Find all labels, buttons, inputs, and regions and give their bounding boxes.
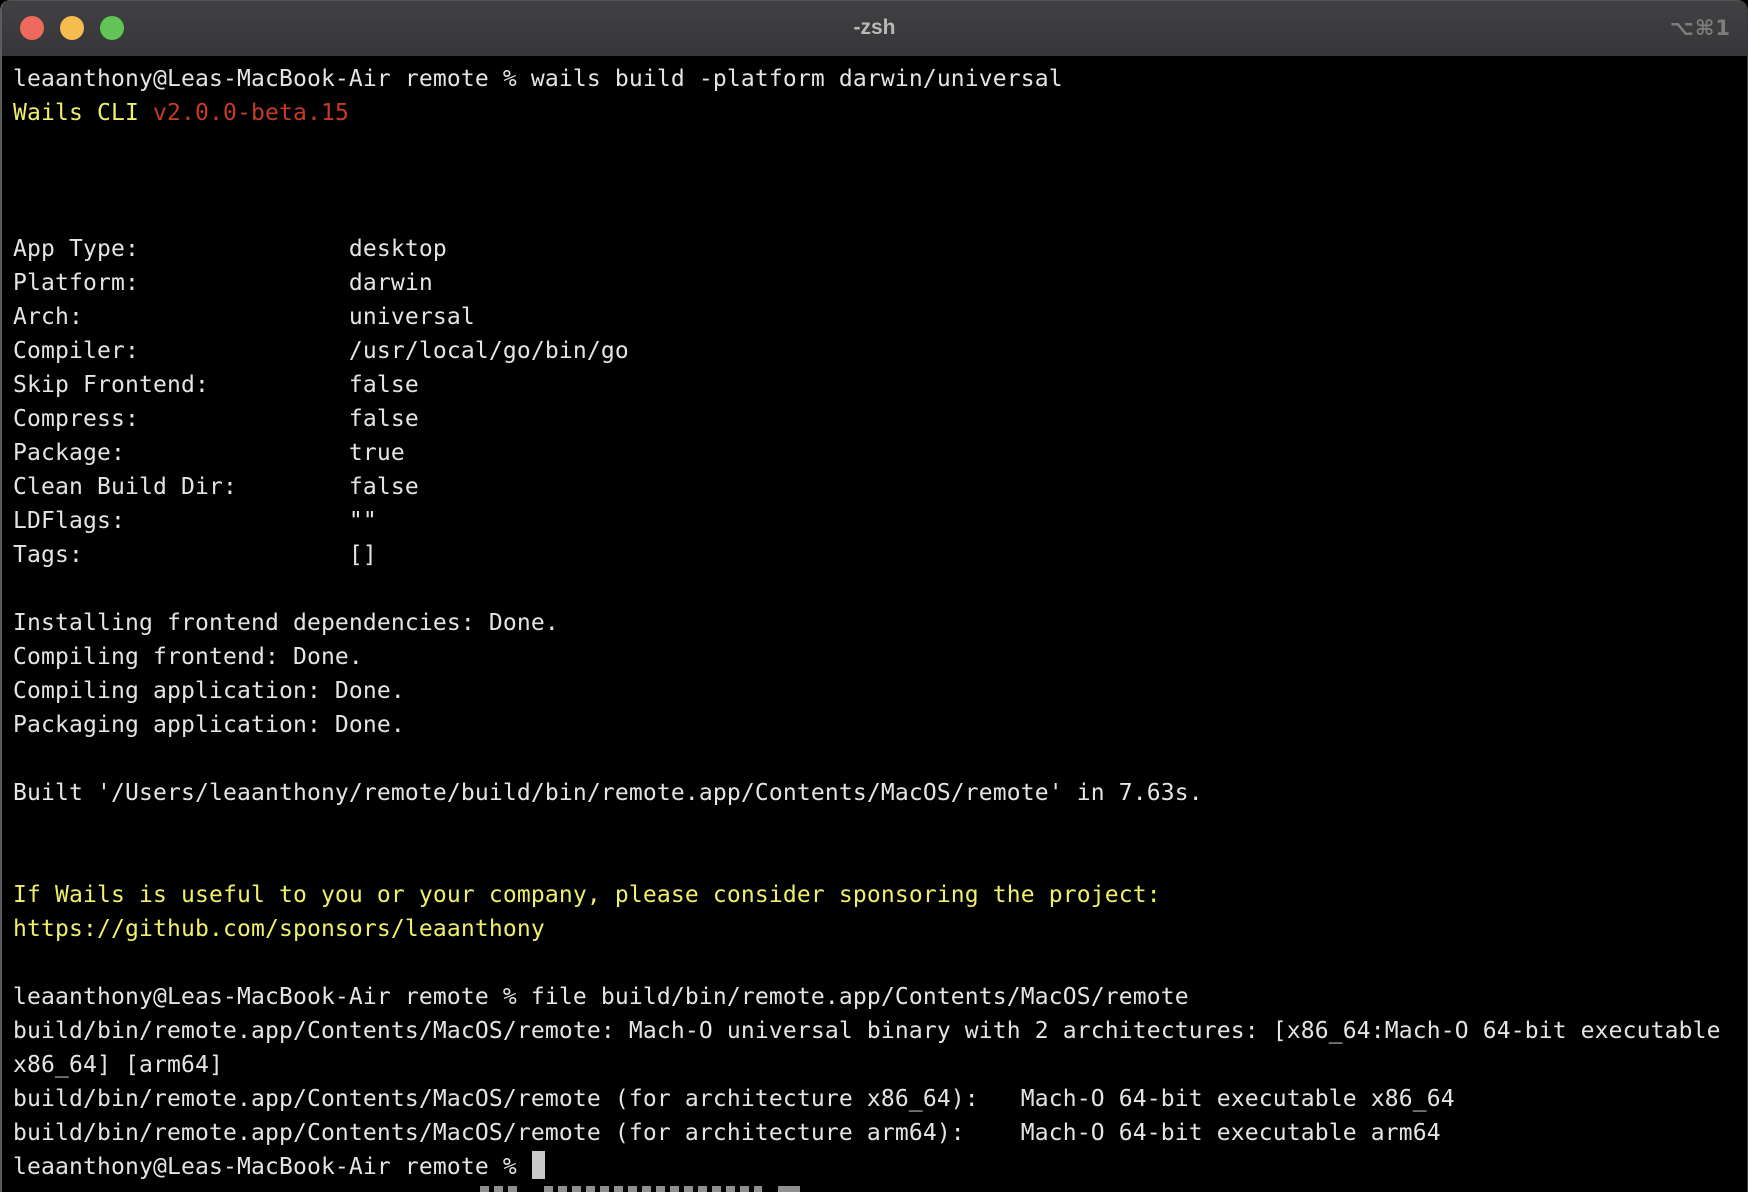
terminal-line: App Type: desktop: [13, 232, 1747, 266]
terminal-line: Platform: darwin: [13, 266, 1747, 300]
terminal-screen[interactable]: leaanthony@Leas-MacBook-Air remote % wai…: [2, 56, 1747, 1192]
terminal-line: Installing frontend dependencies: Done.: [13, 606, 1747, 640]
minimize-button[interactable]: [60, 16, 84, 40]
terminal-line: x86_64] [arm64]: [13, 1048, 1747, 1082]
terminal-text-segment: v2.0.0-beta.15: [153, 100, 349, 126]
terminal-line: Compiling frontend: Done.: [13, 640, 1747, 674]
terminal-text-segment: build/bin/remote.app/Contents/MacOS/remo…: [13, 1120, 1441, 1146]
terminal-line: Packaging application: Done.: [13, 708, 1747, 742]
terminal-text-segment: Skip Frontend: false: [13, 372, 419, 398]
terminal-text-segment: Compress: false: [13, 406, 419, 432]
terminal-text-segment: If Wails is useful to you or your compan…: [13, 882, 1161, 908]
terminal-line: [13, 810, 1747, 844]
terminal-text-segment: App Type: desktop: [13, 236, 447, 262]
terminal-line: [13, 844, 1747, 878]
terminal-text-segment: https://github.com/sponsors/leaanthony: [13, 916, 545, 942]
terminal-window: -zsh ⌥⌘1 leaanthony@Leas-MacBook-Air rem…: [0, 0, 1748, 1192]
terminal-line: Clean Build Dir: false: [13, 470, 1747, 504]
terminal-text-segment: Compiler: /usr/local/go/bin/go: [13, 338, 629, 364]
terminal-line: build/bin/remote.app/Contents/MacOS/remo…: [13, 1014, 1747, 1048]
terminal-line: https://github.com/sponsors/leaanthony: [13, 912, 1747, 946]
terminal-text-segment: Clean Build Dir: false: [13, 474, 419, 500]
terminal-text-segment: Packaging application: Done.: [13, 712, 405, 738]
terminal-line: Compiling application: Done.: [13, 674, 1747, 708]
zoom-button[interactable]: [100, 16, 124, 40]
terminal-line: [13, 164, 1747, 198]
terminal-line: Skip Frontend: false: [13, 368, 1747, 402]
terminal-line: leaanthony@Leas-MacBook-Air remote % wai…: [13, 62, 1747, 96]
close-button[interactable]: [20, 16, 44, 40]
terminal-line: Compiler: /usr/local/go/bin/go: [13, 334, 1747, 368]
terminal-text-segment: Compiling application: Done.: [13, 678, 405, 704]
terminal-text-segment: Compiling frontend: Done.: [13, 644, 363, 670]
terminal-line: Arch: universal: [13, 300, 1747, 334]
terminal-text-segment: Arch: universal: [13, 304, 475, 330]
terminal-line: [13, 198, 1747, 232]
terminal-text-segment: leaanthony@Leas-MacBook-Air remote %: [13, 1154, 531, 1180]
terminal-line: build/bin/remote.app/Contents/MacOS/remo…: [13, 1116, 1747, 1150]
terminal-cursor: [532, 1151, 545, 1179]
terminal-text-segment: Platform: darwin: [13, 270, 433, 296]
terminal-line: Built '/Users/leaanthony/remote/build/bi…: [13, 776, 1747, 810]
terminal-line: Tags: []: [13, 538, 1747, 572]
traffic-lights: [20, 0, 124, 56]
terminal-text-segment: Package: true: [13, 440, 405, 466]
terminal-line: Compress: false: [13, 402, 1747, 436]
terminal-text-segment: leaanthony@Leas-MacBook-Air remote % wai…: [13, 66, 1063, 92]
terminal-line: [13, 130, 1747, 164]
window-title: -zsh: [854, 16, 896, 40]
terminal-line: Package: true: [13, 436, 1747, 470]
terminal-text-segment: Wails CLI: [13, 100, 153, 126]
terminal-text-segment: x86_64] [arm64]: [13, 1052, 223, 1078]
titlebar[interactable]: -zsh ⌥⌘1: [2, 0, 1747, 56]
terminal-text-segment: LDFlags: "": [13, 508, 377, 534]
terminal-text-segment: Built '/Users/leaanthony/remote/build/bi…: [13, 780, 1203, 806]
terminal-line: build/bin/remote.app/Contents/MacOS/remo…: [13, 1082, 1747, 1116]
terminal-line: If Wails is useful to you or your compan…: [13, 878, 1747, 912]
terminal-text-segment: build/bin/remote.app/Contents/MacOS/remo…: [13, 1086, 1455, 1112]
terminal-line: [13, 572, 1747, 606]
terminal-line: leaanthony@Leas-MacBook-Air remote %: [13, 1150, 1747, 1184]
terminal-line: leaanthony@Leas-MacBook-Air remote % fil…: [13, 980, 1747, 1014]
terminal-line: [13, 946, 1747, 980]
terminal-text-segment: Installing frontend dependencies: Done.: [13, 610, 559, 636]
terminal-text-segment: build/bin/remote.app/Contents/MacOS/remo…: [13, 1018, 1721, 1044]
terminal-line: Wails CLI v2.0.0-beta.15: [13, 96, 1747, 130]
terminal-text-segment: Tags: []: [13, 542, 377, 568]
terminal-line: [13, 742, 1747, 776]
window-shortcut-hint: ⌥⌘1: [1670, 0, 1731, 56]
terminal-line: LDFlags: "": [13, 504, 1747, 538]
terminal-output: leaanthony@Leas-MacBook-Air remote % wai…: [13, 62, 1747, 1184]
terminal-text-segment: leaanthony@Leas-MacBook-Air remote % fil…: [13, 984, 1189, 1010]
